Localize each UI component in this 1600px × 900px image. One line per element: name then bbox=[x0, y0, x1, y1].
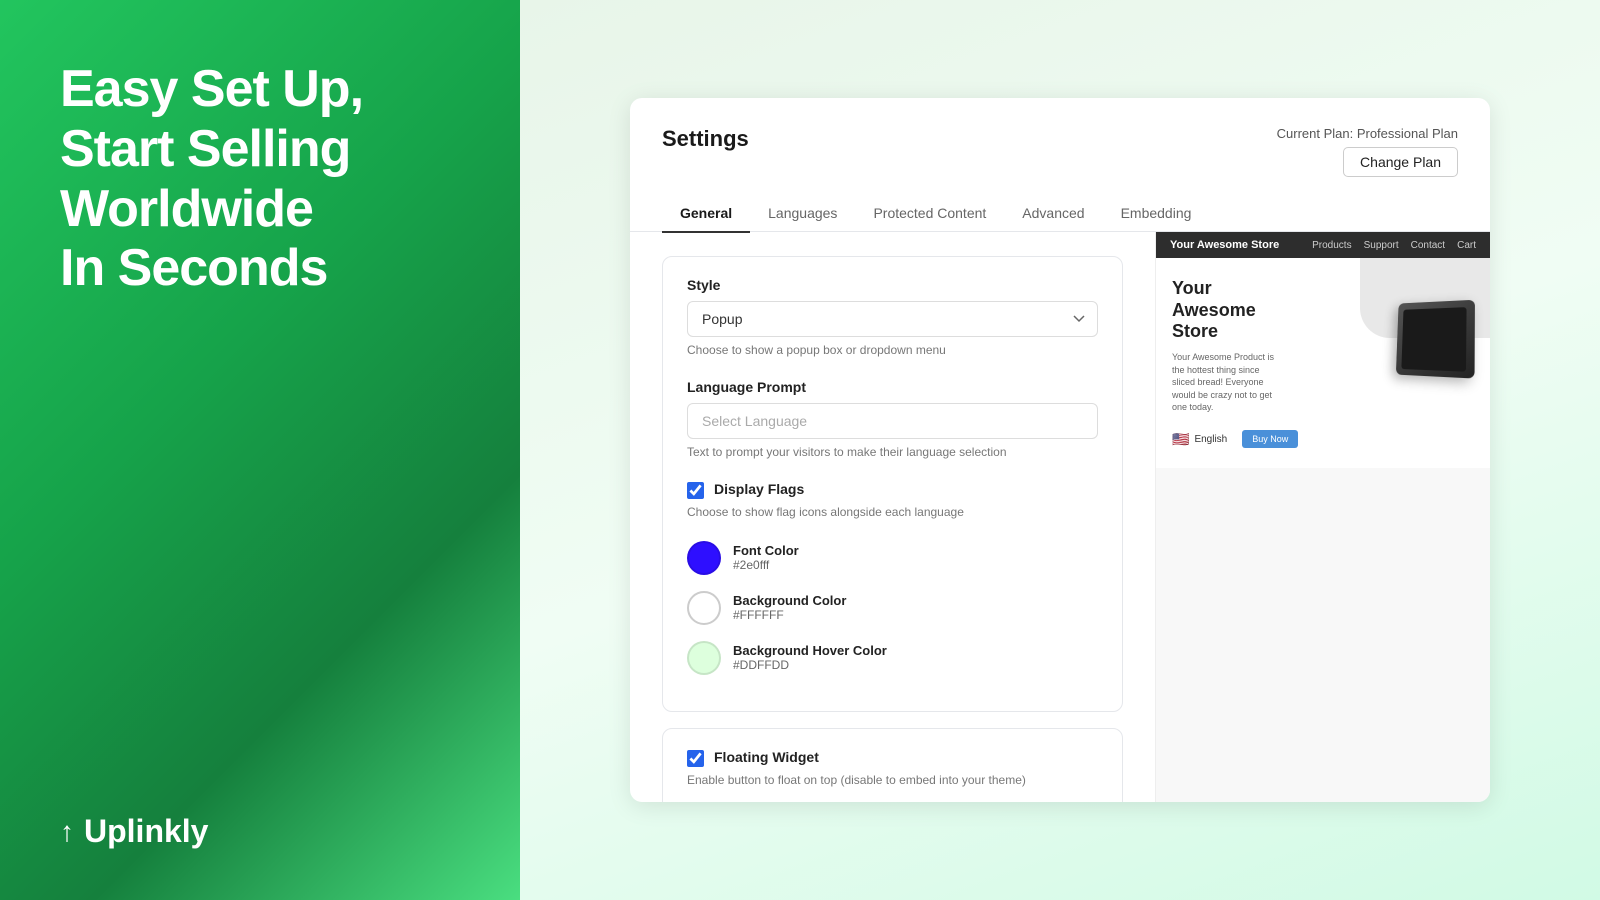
plan-info: Current Plan: Professional Plan Change P… bbox=[1277, 126, 1458, 177]
settings-header: Settings Current Plan: Professional Plan… bbox=[630, 98, 1490, 177]
tab-protected-content[interactable]: Protected Content bbox=[855, 195, 1004, 233]
bg-hover-color-info: Background Hover Color #DDFFDD bbox=[733, 643, 887, 672]
brand-logo: ↑ Uplinkly bbox=[60, 813, 470, 850]
bg-hover-color-value: #DDFFDD bbox=[733, 658, 887, 672]
preview-navbar: Your Awesome Store Products Support Cont… bbox=[1156, 232, 1490, 258]
preview-product-desc: Your Awesome Product is the hottest thin… bbox=[1172, 351, 1282, 414]
preview-store-name: Your Awesome Store bbox=[1170, 239, 1279, 251]
preview-buy-button: Buy Now bbox=[1242, 430, 1298, 448]
display-flags-label: Display Flags bbox=[714, 481, 804, 497]
floating-widget-label: Floating Widget bbox=[714, 749, 819, 765]
language-prompt-input[interactable] bbox=[687, 403, 1098, 439]
change-plan-button[interactable]: Change Plan bbox=[1343, 147, 1458, 177]
font-color-swatch[interactable] bbox=[687, 541, 721, 575]
floating-widget-checkbox[interactable] bbox=[687, 750, 704, 767]
floating-widget-field-group: Floating Widget Enable button to float o… bbox=[687, 749, 1098, 789]
right-panel: Settings Current Plan: Professional Plan… bbox=[520, 0, 1600, 900]
display-flags-row: Display Flags bbox=[687, 481, 1098, 499]
hero-line-3: Worldwide bbox=[60, 180, 470, 240]
tab-embedding[interactable]: Embedding bbox=[1103, 195, 1210, 233]
bg-color-value: #FFFFFF bbox=[733, 608, 846, 622]
preview-nav-contact: Contact bbox=[1411, 240, 1445, 251]
floating-widget-row: Floating Widget bbox=[687, 749, 1098, 767]
preview-section: Your Awesome Store Products Support Cont… bbox=[1155, 232, 1490, 802]
left-panel: Easy Set Up, Start Selling Worldwide In … bbox=[0, 0, 520, 900]
display-flags-field-group: Display Flags Choose to show flag icons … bbox=[687, 481, 1098, 521]
bg-color-swatch[interactable] bbox=[687, 591, 721, 625]
brand-name: Uplinkly bbox=[84, 813, 208, 850]
tab-general[interactable]: General bbox=[662, 195, 750, 233]
bg-hover-color-swatch[interactable] bbox=[687, 641, 721, 675]
style-field-group: Style Popup Dropdown Choose to show a po… bbox=[687, 277, 1098, 359]
lang-text: English bbox=[1194, 434, 1227, 445]
preview-nav-cart: Cart bbox=[1457, 240, 1476, 251]
floating-widget-section-card: Floating Widget Enable button to float o… bbox=[662, 728, 1123, 803]
language-prompt-hint: Text to prompt your visitors to make the… bbox=[687, 444, 1098, 461]
bg-color-label: Background Color bbox=[733, 593, 846, 608]
floating-widget-hint: Enable button to float on top (disable t… bbox=[687, 772, 1098, 789]
plan-label: Current Plan: Professional Plan bbox=[1277, 126, 1458, 141]
preview-nav-links: Products Support Contact Cart bbox=[1312, 240, 1476, 251]
preview-language-selector: 🇺🇸 English Buy Now bbox=[1172, 430, 1474, 448]
brand-arrow-icon: ↑ bbox=[60, 816, 74, 848]
hero-line-4: In Seconds bbox=[60, 239, 470, 299]
preview-body: Your Awesome Store Your Awesome Product … bbox=[1156, 258, 1490, 468]
hero-text: Easy Set Up, Start Selling Worldwide In … bbox=[60, 60, 470, 299]
device-screen bbox=[1401, 307, 1466, 372]
preview-store-title: Your Awesome Store bbox=[1172, 278, 1344, 343]
settings-title: Settings bbox=[662, 126, 749, 152]
language-prompt-label: Language Prompt bbox=[687, 379, 1098, 395]
bg-color-info: Background Color #FFFFFF bbox=[733, 593, 846, 622]
preview-hero-text: Your Awesome Store Your Awesome Product … bbox=[1172, 278, 1344, 414]
bg-hover-color-row: Background Hover Color #DDFFDD bbox=[687, 641, 1098, 675]
tab-advanced[interactable]: Advanced bbox=[1004, 195, 1102, 233]
bg-color-row: Background Color #FFFFFF bbox=[687, 591, 1098, 625]
tab-languages[interactable]: Languages bbox=[750, 195, 855, 233]
language-prompt-field-group: Language Prompt Text to prompt your visi… bbox=[687, 379, 1098, 461]
form-section: Style Popup Dropdown Choose to show a po… bbox=[630, 232, 1155, 802]
display-flags-checkbox[interactable] bbox=[687, 482, 704, 499]
bg-hover-color-label: Background Hover Color bbox=[733, 643, 887, 658]
preview-device-image bbox=[1344, 301, 1474, 391]
hero-line-2: Start Selling bbox=[60, 120, 470, 180]
hero-line-1: Easy Set Up, bbox=[60, 60, 470, 120]
font-color-info: Font Color #2e0fff bbox=[733, 543, 799, 572]
style-label: Style bbox=[687, 277, 1098, 293]
preview-nav-support: Support bbox=[1364, 240, 1399, 251]
preview-nav-products: Products bbox=[1312, 240, 1351, 251]
tabs-bar: General Languages Protected Content Adva… bbox=[630, 195, 1490, 233]
font-color-row: Font Color #2e0fff bbox=[687, 541, 1098, 575]
style-select[interactable]: Popup Dropdown bbox=[687, 301, 1098, 337]
font-color-value: #2e0fff bbox=[733, 558, 799, 572]
settings-card: Settings Current Plan: Professional Plan… bbox=[630, 98, 1490, 803]
content-area: Style Popup Dropdown Choose to show a po… bbox=[630, 232, 1490, 802]
display-flags-hint: Choose to show flag icons alongside each… bbox=[687, 504, 1098, 521]
style-hint: Choose to show a popup box or dropdown m… bbox=[687, 342, 1098, 359]
flag-icon: 🇺🇸 bbox=[1172, 431, 1189, 448]
preview-browser: Your Awesome Store Products Support Cont… bbox=[1156, 232, 1490, 802]
font-color-label: Font Color bbox=[733, 543, 799, 558]
style-section-card: Style Popup Dropdown Choose to show a po… bbox=[662, 256, 1123, 711]
